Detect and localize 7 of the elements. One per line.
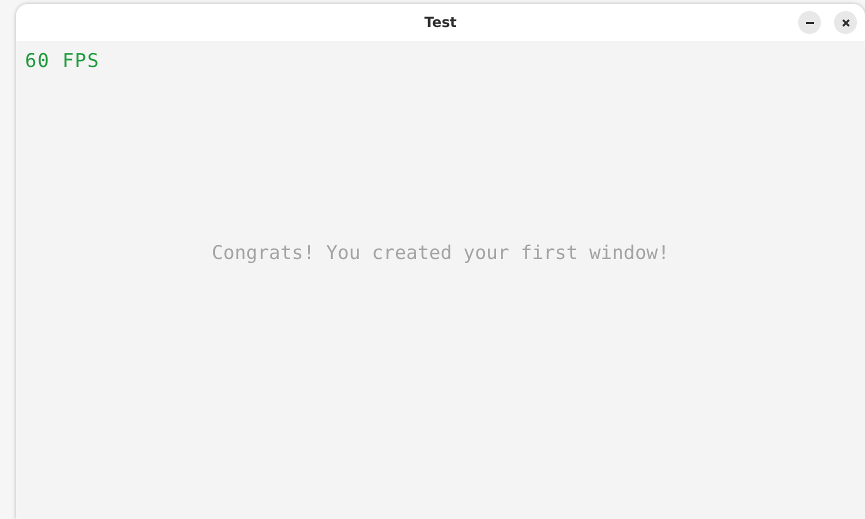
window-title: Test: [424, 14, 457, 30]
minimize-icon: [806, 22, 814, 24]
close-icon: [842, 18, 850, 26]
close-button[interactable]: [834, 11, 857, 34]
welcome-message: Congrats! You created your first window!: [212, 242, 670, 264]
minimize-button[interactable]: [798, 11, 821, 34]
fps-counter: 60 FPS: [24, 49, 100, 72]
